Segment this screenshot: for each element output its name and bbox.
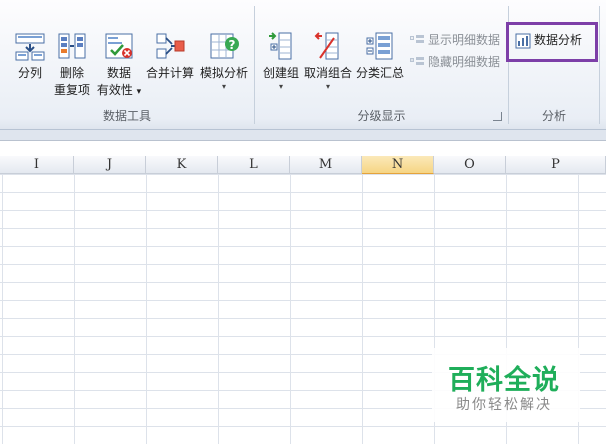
text-to-columns-button[interactable]: 分列 xyxy=(10,30,50,82)
formula-bar-area xyxy=(0,130,606,157)
what-if-analysis-button[interactable]: ? 模拟分析 ▾ xyxy=(198,30,250,92)
chevron-down-icon: ▾ xyxy=(136,87,142,97)
ribbon: 分列 删除 重复项 数据 有效性 ▾ 合并计算 ? 模拟分析 ▾ 数据工具 创建… xyxy=(0,0,606,130)
group-button[interactable]: 创建组 ▾ xyxy=(259,30,303,92)
data-validation-icon xyxy=(105,33,133,59)
column-header-m[interactable]: M xyxy=(290,156,362,174)
text-to-columns-icon xyxy=(15,33,45,61)
subtotal-icon xyxy=(366,32,393,60)
what-if-analysis-icon: ? xyxy=(210,33,239,59)
data-validation-label-2-text: 有效性 xyxy=(96,83,133,97)
subtotal-label: 分类汇总 xyxy=(355,66,404,80)
column-header-j[interactable]: J xyxy=(74,156,146,174)
watermark-title: 百科全说 xyxy=(448,365,560,396)
analysis-group-label: 分析 xyxy=(541,109,566,123)
what-if-analysis-label: 模拟分析 xyxy=(199,66,248,80)
chevron-down-icon: ▾ xyxy=(221,82,226,91)
watermark-subtitle: 助你轻松解决 xyxy=(456,397,552,413)
ungroup-label: 取消组合 xyxy=(303,66,352,80)
watermark: 百科全说 助你轻松解决 xyxy=(432,348,580,422)
data-tools-group: 分列 删除 重复项 数据 有效性 ▾ 合并计算 ? 模拟分析 ▾ 数据工具 xyxy=(0,0,254,128)
chevron-down-icon: ▾ xyxy=(278,82,283,91)
group-icon xyxy=(269,32,292,60)
show-detail-button[interactable]: 显示明细数据 xyxy=(409,32,500,48)
remove-duplicates-icon xyxy=(58,33,86,59)
show-detail-label: 显示明细数据 xyxy=(428,33,501,47)
group-label: 创建组 xyxy=(262,66,299,80)
data-validation-label-1: 数据 xyxy=(106,66,131,80)
outline-group: 创建组 ▾ 取消组合 ▾ 分类汇总 显示明细数据 隐藏明细数据 分级显示 xyxy=(255,0,508,128)
column-header-l[interactable]: L xyxy=(218,156,290,174)
ungroup-icon xyxy=(314,32,339,60)
consolidate-label: 合并计算 xyxy=(145,66,194,80)
data-validation-button[interactable]: 数据 有效性 ▾ xyxy=(96,30,142,101)
remove-duplicates-label-1: 删除 xyxy=(59,66,84,80)
text-to-columns-label: 分列 xyxy=(17,66,42,80)
ungroup-button[interactable]: 取消组合 ▾ xyxy=(303,30,353,92)
remove-duplicates-button[interactable]: 删除 重复项 xyxy=(52,30,92,99)
analysis-group: 数据分析 分析 xyxy=(509,0,599,128)
show-detail-icon xyxy=(410,34,424,43)
chevron-down-icon: ▾ xyxy=(325,82,330,91)
hide-detail-label: 隐藏明细数据 xyxy=(428,55,501,69)
formula-bar[interactable] xyxy=(0,140,606,157)
hide-detail-button[interactable]: 隐藏明细数据 xyxy=(409,54,500,70)
data-validation-label-2: 有效性 ▾ xyxy=(96,82,142,101)
hide-detail-icon xyxy=(410,56,424,65)
consolidate-icon xyxy=(156,33,185,59)
column-header-p[interactable]: P xyxy=(506,156,606,174)
dialog-launcher-icon[interactable] xyxy=(493,112,502,121)
column-header-n[interactable]: N xyxy=(362,156,434,174)
column-header-k[interactable]: K xyxy=(146,156,218,174)
column-header-o[interactable]: O xyxy=(434,156,506,174)
outline-group-label: 分级显示 xyxy=(357,109,406,123)
subtotal-button[interactable]: 分类汇总 xyxy=(355,30,405,82)
data-tools-group-label: 数据工具 xyxy=(102,109,151,123)
group-divider xyxy=(599,6,600,124)
highlight-box xyxy=(506,22,598,62)
svg-text:?: ? xyxy=(229,38,236,52)
column-header-i[interactable]: I xyxy=(0,156,74,174)
consolidate-button[interactable]: 合并计算 xyxy=(144,30,196,82)
remove-duplicates-label-2: 重复项 xyxy=(53,83,90,97)
